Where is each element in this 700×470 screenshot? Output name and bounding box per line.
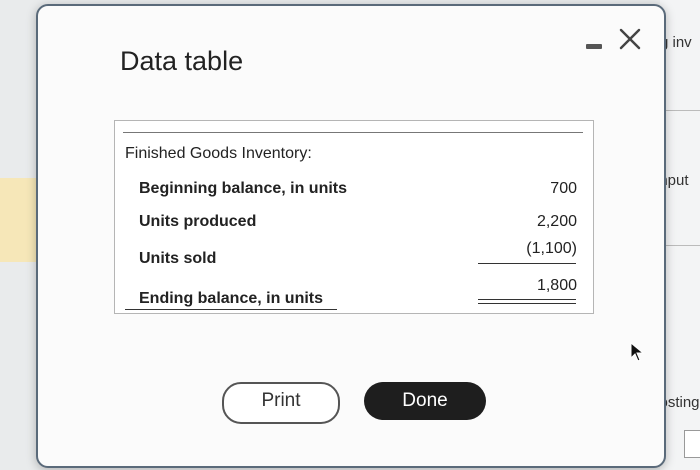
inventory-table: Finished Goods Inventory: Beginning bala… [114,120,594,314]
background-divider [662,110,700,111]
row-value-ending-balance: 1,800 [536,277,577,294]
background-divider [662,245,700,246]
row-label-units-sold: Units sold [139,250,217,267]
row-label-beginning-balance: Beginning balance, in units [139,180,348,197]
row-value-units-produced: 2,200 [536,213,577,230]
row-value-units-sold: (1,100) [526,240,577,257]
minimize-icon[interactable] [586,44,602,49]
print-button[interactable]: Print [222,382,340,424]
dialog-title: Data table [120,46,244,76]
table-top-rule [123,132,583,133]
background-input-box[interactable] [684,430,700,458]
done-button[interactable]: Done [364,382,486,420]
subtotal-underline [478,263,576,264]
data-table-dialog: Data table Finished Goods Inventory: Beg… [36,4,666,468]
background-highlight-row [0,178,40,262]
total-double-underline [478,299,576,304]
row-label-units-produced: Units produced [139,213,257,230]
table-section-heading: Finished Goods Inventory: [125,145,312,162]
mouse-cursor-icon [630,342,644,362]
close-icon[interactable] [617,26,643,52]
row-label-ending-balance: Ending balance, in units [139,290,324,307]
row-value-beginning-balance: 700 [550,180,577,197]
ending-label-underline [125,309,337,310]
